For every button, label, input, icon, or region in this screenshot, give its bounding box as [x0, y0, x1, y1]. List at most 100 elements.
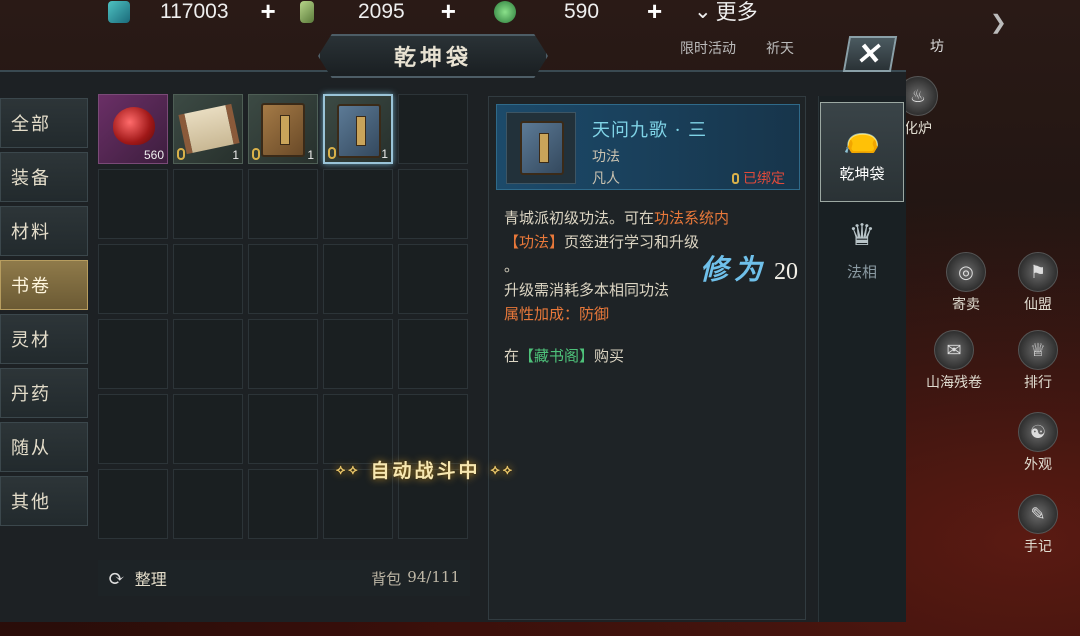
event-limited[interactable]: 限时活动 — [680, 38, 736, 58]
capacity-value: 94/111 — [407, 567, 460, 586]
bound-lock-icon — [328, 147, 336, 159]
tab-materials[interactable]: 材料 — [0, 206, 88, 256]
red-orb-icon — [113, 107, 155, 145]
panel-title-plate: 乾坤袋 — [318, 34, 548, 78]
tab-books[interactable]: 书卷 — [0, 260, 88, 310]
sort-label: 整理 — [134, 570, 167, 589]
sort-button[interactable]: ⟳ 整理 — [108, 566, 167, 590]
shop-entry[interactable]: 坊 — [930, 36, 944, 56]
side-appearance[interactable]: ☯ 外观 — [1018, 412, 1058, 474]
item-rank: 凡人 — [592, 171, 620, 187]
spirit-icon — [300, 0, 314, 23]
more-button[interactable]: ⌄ 更多 — [694, 0, 758, 26]
empty-slot[interactable] — [173, 169, 243, 239]
resource-jade: 117003 + — [108, 0, 276, 27]
tab-spirit-materials[interactable]: 灵材 — [0, 314, 88, 364]
close-button[interactable]: ✕ — [842, 36, 898, 72]
chevron-down-icon: ⌄ — [694, 0, 712, 23]
capacity-label: 背包 — [371, 569, 402, 588]
tab-dharma-form[interactable]: ♛ 法相 — [820, 200, 904, 300]
side-consign[interactable]: ◎ 寄卖 — [946, 252, 986, 314]
item-count: 1 — [232, 148, 239, 162]
event-pray[interactable]: 祈天 — [766, 38, 794, 58]
empty-slot[interactable] — [398, 319, 468, 389]
library-link: 【藏书阁】 — [519, 347, 595, 365]
empty-slot[interactable] — [248, 244, 318, 314]
tab-bag[interactable]: 👝 乾坤袋 — [820, 102, 904, 202]
empty-slot[interactable] — [398, 394, 468, 464]
side-appearance-label: 外观 — [1024, 457, 1052, 473]
bag-icon: 👝 — [843, 120, 881, 155]
side-rank-label: 排行 — [1024, 375, 1052, 391]
empty-slot[interactable] — [323, 394, 393, 464]
item-slot-scroll[interactable]: 1 — [173, 94, 243, 164]
bound-lock-icon — [177, 148, 185, 160]
bag-capacity: 背包 94/111 — [371, 568, 460, 589]
empty-slot[interactable] — [398, 94, 468, 164]
empty-slot[interactable] — [248, 319, 318, 389]
notebook-icon: ✎ — [1018, 494, 1058, 534]
auto-battle-label: 自动战斗中 — [370, 460, 481, 482]
side-furnace-label: 化炉 — [904, 121, 932, 137]
bound-label: 已绑定 — [743, 171, 785, 187]
resource-coin-value: 590 — [564, 0, 600, 23]
expand-arrow-icon[interactable]: ❯ — [990, 10, 1007, 34]
buy-prefix: 在 — [504, 347, 520, 365]
banner-icon: ⚑ — [1018, 252, 1058, 292]
buy-suffix: 购买 — [594, 347, 625, 365]
empty-slot[interactable] — [173, 394, 243, 464]
desc-text: 页签进行学习和升级 — [564, 233, 700, 251]
empty-slot[interactable] — [173, 469, 243, 539]
resource-spirit-value: 2095 — [358, 0, 405, 23]
add-coin-button[interactable]: + — [647, 0, 662, 27]
tab-all[interactable]: 全部 — [0, 98, 88, 148]
empty-slot[interactable] — [98, 169, 168, 239]
empty-slot[interactable] — [248, 394, 318, 464]
tab-followers[interactable]: 随从 — [0, 422, 88, 472]
add-spirit-button[interactable]: + — [441, 0, 456, 27]
side-rank[interactable]: ♕ 排行 — [1018, 330, 1058, 392]
empty-slot[interactable] — [398, 244, 468, 314]
add-jade-button[interactable]: + — [261, 0, 276, 27]
empty-slot[interactable] — [398, 169, 468, 239]
buy-source: 在【藏书阁】购买 — [504, 344, 794, 368]
item-slot-blue-book[interactable]: 1 — [323, 94, 393, 164]
desc-text: 青城派初级功法。可在 — [504, 209, 655, 227]
mask-icon: ♛ — [848, 218, 876, 253]
tab-other[interactable]: 其他 — [0, 476, 88, 526]
empty-slot[interactable] — [323, 319, 393, 389]
item-name: 天问九歌 · 三 — [592, 120, 708, 141]
item-slot-red-orb[interactable]: 560 — [98, 94, 168, 164]
book-icon — [337, 104, 381, 158]
desc-line-1: 青城派初级功法。可在功法系统内 — [504, 206, 794, 230]
book-icon — [261, 103, 305, 157]
skill-tab-link: 【功法】 — [504, 233, 565, 251]
empty-slot[interactable] — [98, 319, 168, 389]
empty-slot[interactable] — [248, 469, 318, 539]
empty-slot[interactable] — [248, 169, 318, 239]
attribute-bonus: 属性加成：防御 — [504, 305, 610, 323]
cultivation-popup: 修为 20 — [700, 248, 798, 288]
bound-status: 已绑定 — [732, 168, 785, 188]
rank-icon: ♕ — [1018, 330, 1058, 370]
side-scroll[interactable]: ✉ 山海残卷 — [926, 330, 982, 392]
empty-slot[interactable] — [173, 244, 243, 314]
empty-slot[interactable] — [98, 469, 168, 539]
detail-item-icon — [506, 112, 576, 184]
empty-slot[interactable] — [98, 394, 168, 464]
cultivation-label: 修为 — [700, 253, 769, 286]
side-alliance[interactable]: ⚑ 仙盟 — [1018, 252, 1058, 314]
tab-pills[interactable]: 丹药 — [0, 368, 88, 418]
item-slot-brown-book[interactable]: 1 — [248, 94, 318, 164]
ornament-icon: ⟡⟡ — [490, 461, 516, 478]
side-consign-label: 寄卖 — [952, 297, 980, 313]
empty-slot[interactable] — [98, 244, 168, 314]
empty-slot[interactable] — [323, 169, 393, 239]
more-label: 更多 — [715, 0, 758, 24]
side-notes[interactable]: ✎ 手记 — [1018, 494, 1058, 556]
tab-equipment[interactable]: 装备 — [0, 152, 88, 202]
empty-slot[interactable] — [173, 319, 243, 389]
scroll-icon: ✉ — [934, 330, 974, 370]
resource-coin: 590 + — [494, 0, 662, 27]
empty-slot[interactable] — [323, 244, 393, 314]
